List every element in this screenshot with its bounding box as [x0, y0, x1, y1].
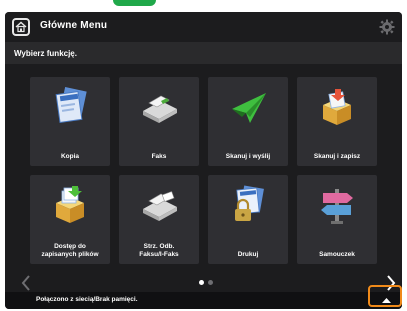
tile-label: Drukuj [237, 250, 259, 258]
tile-scan-store[interactable]: Skanuj i zapisz [297, 77, 377, 166]
home-icon [15, 21, 27, 33]
print-icon [235, 185, 264, 221]
settings-button[interactable] [378, 18, 396, 36]
tile-label: Skanuj i wyślij [225, 152, 271, 160]
page-indicator [199, 280, 219, 286]
tile-label: Faks [151, 152, 167, 160]
copy-icon [55, 87, 87, 123]
status-text: Połączono z siecią/Brak pamięci. [36, 296, 138, 303]
page-dot-active [199, 280, 204, 285]
signpost-icon [321, 189, 353, 224]
fax-icon [143, 95, 177, 123]
tile-label: Samouczek [319, 250, 355, 258]
instruction-text: Wybierz funkcję. [14, 49, 77, 58]
status-bar: Połączono z siecią/Brak pamięci. [5, 292, 402, 309]
instruction-bar: Wybierz funkcję. [5, 42, 402, 64]
stored-files-icon [56, 186, 84, 223]
page-dot [208, 280, 213, 285]
tile-fax-inbox[interactable]: Strz. Odb. Faksu/I-Faks [119, 175, 199, 264]
tile-label: Strz. Odb. Faksu/I-Faks [139, 243, 179, 258]
top-tab-indicator [113, 0, 156, 6]
tile-fax[interactable]: Faks [119, 77, 199, 166]
scan-store-icon [323, 89, 351, 125]
tile-copy[interactable]: Kopia [30, 77, 110, 166]
touch-screen: Główne Menu Wybierz funkcję. Kopia Faks … [5, 12, 402, 309]
header-bar: Główne Menu [5, 12, 402, 42]
tile-tutorial[interactable]: Samouczek [297, 175, 377, 264]
tile-label: Kopia [60, 152, 80, 160]
fax-inbox-icon [143, 191, 177, 221]
chevron-left-icon [21, 275, 30, 291]
function-grid: Kopia Faks Skanuj i wyślij Skanuj i zapi… [30, 77, 378, 264]
highlight-callout [368, 285, 402, 307]
gear-icon [379, 19, 395, 35]
tile-stored-files[interactable]: Dostęp do zapisanych plików [30, 175, 110, 264]
device-frame: Główne Menu Wybierz funkcję. Kopia Faks … [0, 0, 407, 311]
scan-send-icon [232, 93, 266, 123]
tile-label: Dostęp do zapisanych plików [41, 243, 99, 258]
page-title: Główne Menu [40, 20, 108, 31]
tile-scan-send[interactable]: Skanuj i wyślij [208, 77, 288, 166]
home-button[interactable] [12, 18, 30, 36]
tile-print[interactable]: Drukuj [208, 175, 288, 264]
tile-label: Skanuj i zapisz [313, 152, 361, 160]
prev-page-button[interactable] [19, 273, 33, 293]
